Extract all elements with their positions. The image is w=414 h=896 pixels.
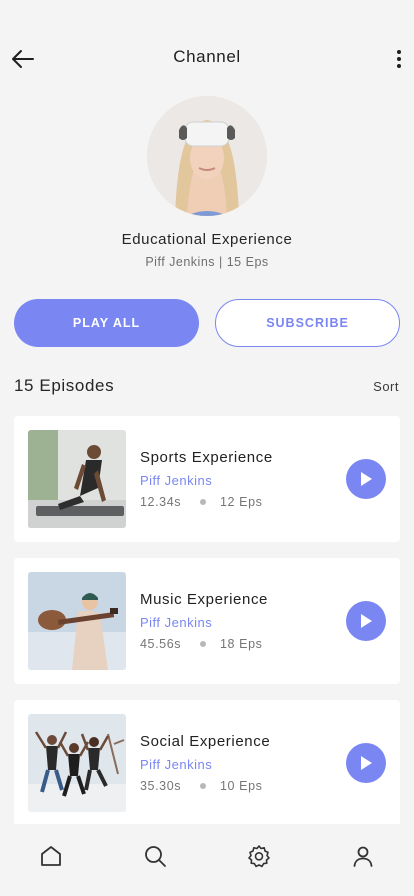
episode-count: 12 Eps [220, 495, 263, 509]
separator-dot [200, 499, 206, 505]
episode-count: 10 Eps [220, 779, 263, 793]
episode-thumbnail [28, 430, 126, 528]
episode-thumbnail [28, 572, 126, 670]
episode-title: Music Experience [140, 591, 268, 608]
episode-title: Social Experience [140, 733, 271, 750]
page-title: Channel [173, 47, 241, 66]
more-vertical-icon [397, 50, 401, 54]
episode-duration: 45.56s [140, 637, 182, 651]
channel-name: Educational Experience [121, 231, 293, 248]
play-icon [361, 756, 372, 770]
play-episode-button[interactable] [346, 601, 386, 641]
sort-button[interactable]: Sort [373, 379, 399, 394]
episode-author[interactable]: Piff Jenkins [140, 757, 212, 772]
tab-profile[interactable] [343, 844, 383, 884]
play-all-button[interactable]: PLAY ALL [14, 299, 199, 347]
episode-duration: 12.34s [140, 495, 182, 509]
profile-icon [353, 846, 373, 867]
episode-card-music[interactable]: Music Experience Piff Jenkins 45.56s 18 … [14, 558, 400, 684]
episode-author[interactable]: Piff Jenkins [140, 615, 212, 630]
separator-dot [200, 783, 206, 789]
episode-card-social[interactable]: Social Experience Piff Jenkins 35.30s 10… [14, 700, 400, 826]
channel-meta: Piff Jenkins | 15 Eps [145, 255, 269, 269]
tab-search[interactable] [135, 844, 175, 884]
play-icon [361, 472, 372, 486]
episode-title: Sports Experience [140, 449, 273, 466]
bottom-tab-bar [0, 824, 414, 896]
play-episode-button[interactable] [346, 743, 386, 783]
episode-thumbnail [28, 714, 126, 812]
tab-settings[interactable] [239, 844, 279, 884]
settings-icon [248, 845, 270, 868]
episode-duration: 35.30s [140, 779, 182, 793]
episode-author[interactable]: Piff Jenkins [140, 473, 212, 488]
subscribe-button[interactable]: SUBSCRIBE [215, 299, 400, 347]
channel-avatar [147, 96, 267, 216]
search-icon [145, 846, 166, 867]
tab-home[interactable] [31, 844, 71, 884]
play-episode-button[interactable] [346, 459, 386, 499]
play-icon [361, 614, 372, 628]
episodes-heading: 15 Episodes [14, 376, 115, 395]
episode-card-sports[interactable]: Sports Experience Piff Jenkins 12.34s 12… [14, 416, 400, 542]
more-options-button[interactable] [394, 46, 404, 72]
home-icon [41, 846, 61, 866]
episode-count: 18 Eps [220, 637, 263, 651]
separator-dot [200, 641, 206, 647]
